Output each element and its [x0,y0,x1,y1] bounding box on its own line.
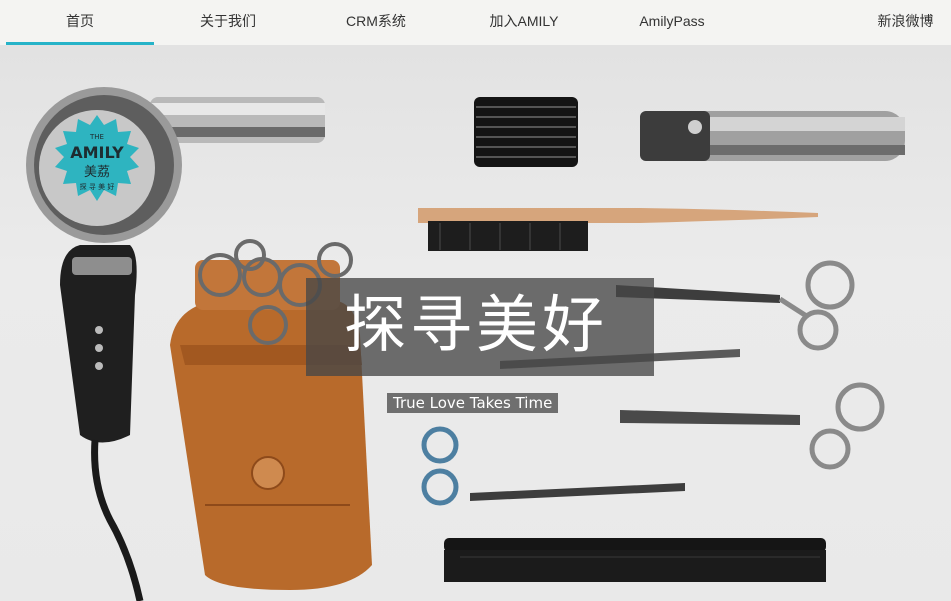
nav-crm[interactable]: CRM系统 [302,0,450,42]
comb-icon [444,538,826,582]
nav-weibo[interactable]: 新浪微博 [860,0,951,42]
logo-top-text: THE [89,133,104,141]
top-navigation: 首页 关于我们 CRM系统 加入AMILY AmilyPass 新浪微博 [0,0,951,45]
brush-icon [418,208,818,251]
logo-tagline-text: 探 寻 美 好 [80,182,115,191]
logo-brand-text: AMILY [70,143,124,162]
clipper-icon [640,111,905,161]
nav-join[interactable]: 加入AMILY [450,0,598,42]
logo-cn-text: 美荔 [84,165,110,180]
hero-title: 探寻美好 [343,288,608,361]
hero-banner: THE AMILY 美荔 探 寻 美 好 探寻美好 True Love Take… [0,45,951,601]
nav-home[interactable]: 首页 [6,0,154,45]
hero-subtitle: True Love Takes Time [387,393,559,413]
nav-about[interactable]: 关于我们 [154,0,302,42]
comb-attachment-icon [474,97,578,167]
nav-amilypass[interactable]: AmilyPass [598,0,746,42]
